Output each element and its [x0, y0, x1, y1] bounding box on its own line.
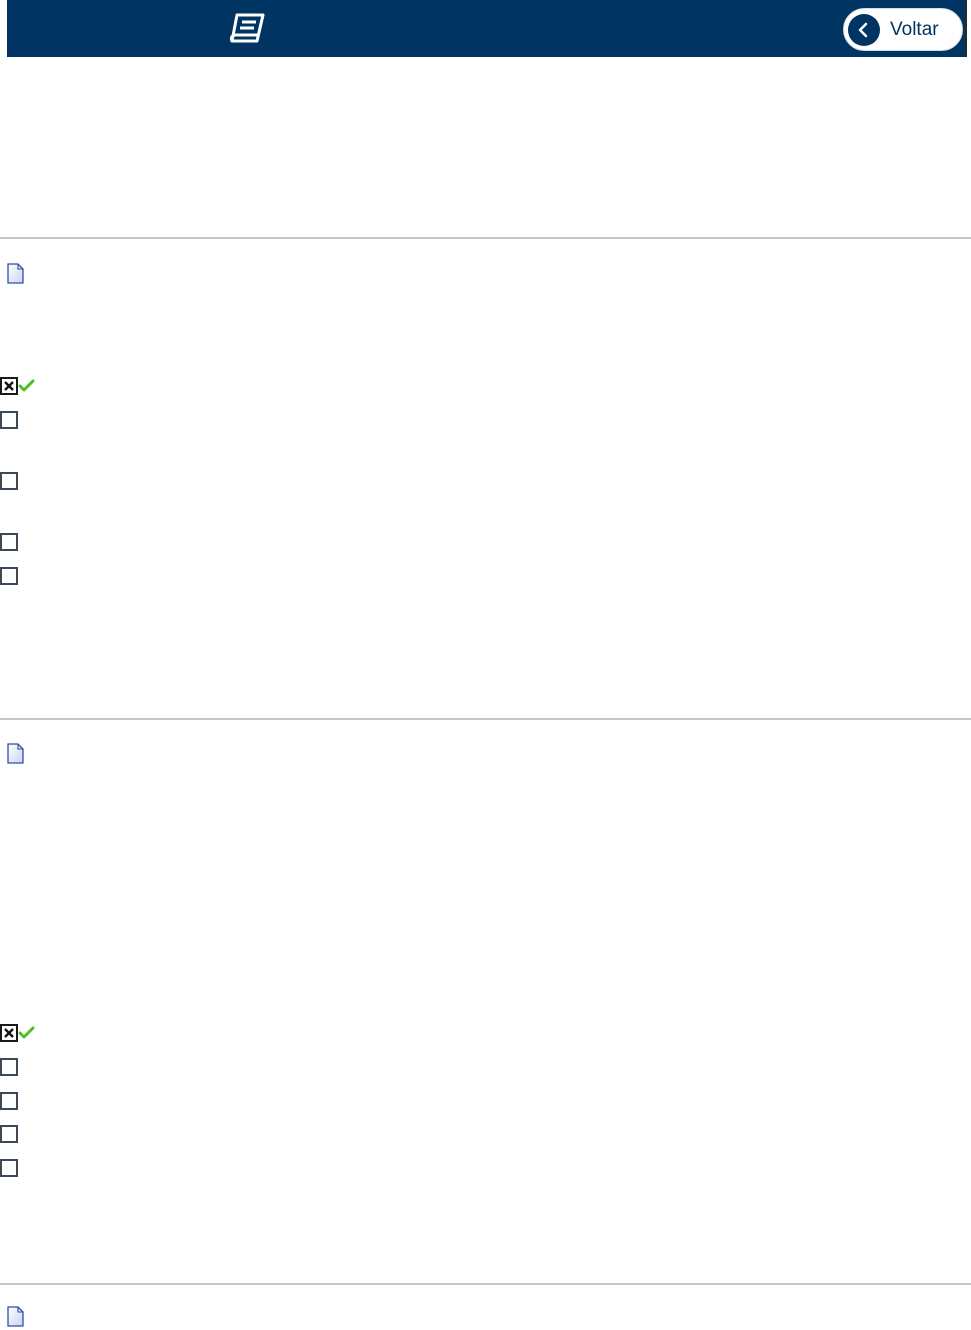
chevron-left-icon: [848, 14, 880, 46]
question-divider: [0, 718, 971, 720]
header-edge: [965, 0, 967, 57]
book-icon: [229, 13, 265, 43]
document-icon: [7, 743, 24, 764]
option-checkbox[interactable]: [0, 533, 18, 551]
top-bar: Voltar: [7, 0, 965, 57]
option-checkbox[interactable]: [0, 1092, 18, 1110]
option-checkbox[interactable]: [0, 411, 18, 429]
option-checkbox-marked[interactable]: [0, 377, 18, 395]
document-icon: [7, 263, 24, 284]
option-checkbox[interactable]: [0, 1125, 18, 1143]
question-divider: [0, 237, 971, 239]
back-button[interactable]: Voltar: [843, 8, 963, 51]
option-checkbox[interactable]: [0, 1058, 18, 1076]
back-button-label: Voltar: [890, 19, 939, 40]
option-checkbox[interactable]: [0, 1159, 18, 1177]
option-checkbox-marked[interactable]: [0, 1024, 18, 1042]
question-divider: [0, 1283, 971, 1285]
option-checkbox[interactable]: [0, 567, 18, 585]
document-icon: [7, 1306, 24, 1327]
correct-check-icon: [18, 379, 35, 392]
option-checkbox[interactable]: [0, 472, 18, 490]
correct-check-icon: [18, 1026, 35, 1039]
